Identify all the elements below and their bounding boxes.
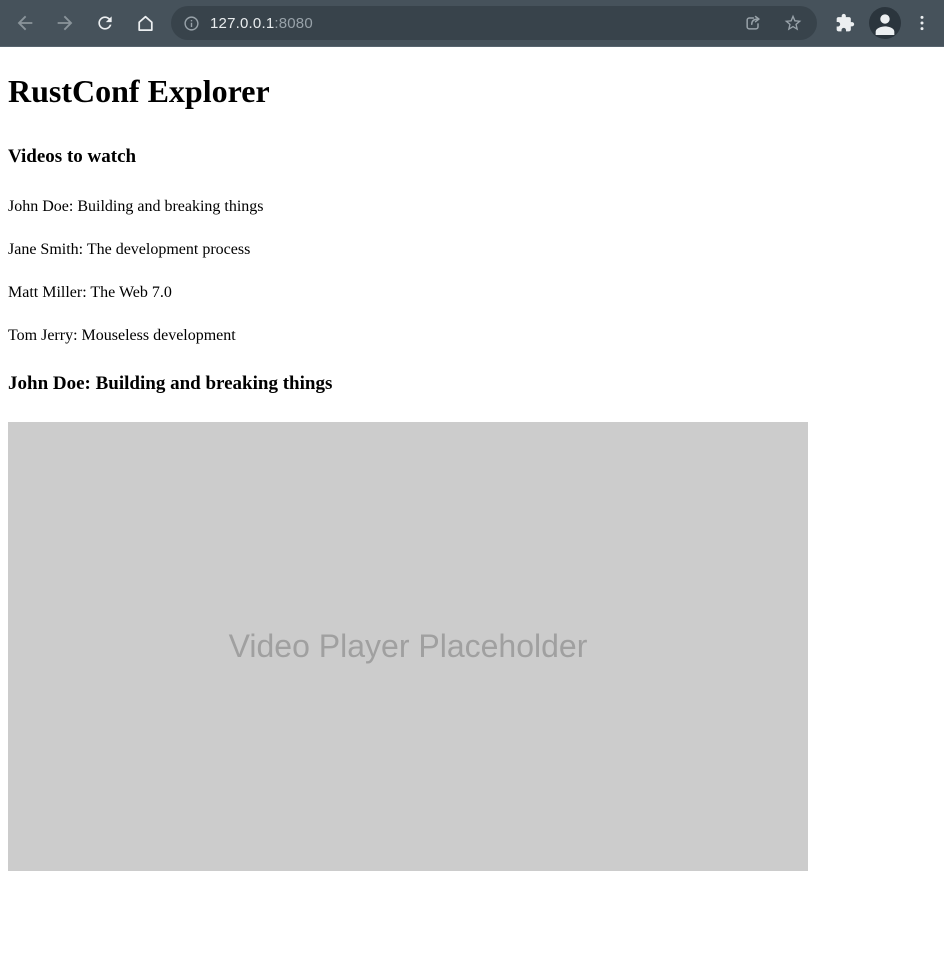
url-host: 127.0.0.1 [210, 15, 274, 32]
site-info-icon[interactable] [183, 15, 200, 32]
page-content: RustConf Explorer Videos to watch John D… [0, 73, 944, 871]
home-button[interactable] [125, 3, 165, 43]
video-list-item[interactable]: Jane Smith: The development process [8, 241, 936, 259]
share-button[interactable] [733, 8, 773, 38]
video-list-item[interactable]: Matt Miller: The Web 7.0 [8, 284, 936, 302]
url-text: 127.0.0.1:8080 [210, 15, 313, 32]
extensions-puzzle-icon [835, 13, 855, 33]
page-title: RustConf Explorer [8, 73, 936, 110]
extensions-button[interactable] [825, 3, 865, 43]
url-port: :8080 [274, 15, 313, 32]
refresh-icon [95, 13, 115, 33]
menu-button[interactable] [905, 3, 939, 43]
kebab-menu-icon [913, 14, 931, 32]
forward-arrow-icon [54, 12, 76, 34]
player-placeholder-text: Video Player Placeholder [229, 628, 588, 665]
browser-toolbar: 127.0.0.1:8080 [0, 0, 944, 47]
address-bar[interactable]: 127.0.0.1:8080 [171, 6, 817, 40]
home-icon [135, 13, 156, 34]
video-list-item[interactable]: Tom Jerry: Mouseless development [8, 327, 936, 345]
video-player-placeholder: Video Player Placeholder [8, 422, 808, 871]
back-arrow-icon [14, 12, 36, 34]
selected-video-heading: John Doe: Building and breaking things [8, 373, 936, 395]
videos-heading: Videos to watch [8, 146, 936, 168]
refresh-button[interactable] [85, 3, 125, 43]
avatar-icon [869, 7, 901, 39]
bookmark-button[interactable] [773, 8, 813, 38]
back-button[interactable] [5, 3, 45, 43]
star-icon [783, 13, 803, 33]
profile-button[interactable] [865, 3, 905, 43]
forward-button[interactable] [45, 3, 85, 43]
video-list-item[interactable]: John Doe: Building and breaking things [8, 198, 936, 216]
share-icon [743, 13, 763, 33]
